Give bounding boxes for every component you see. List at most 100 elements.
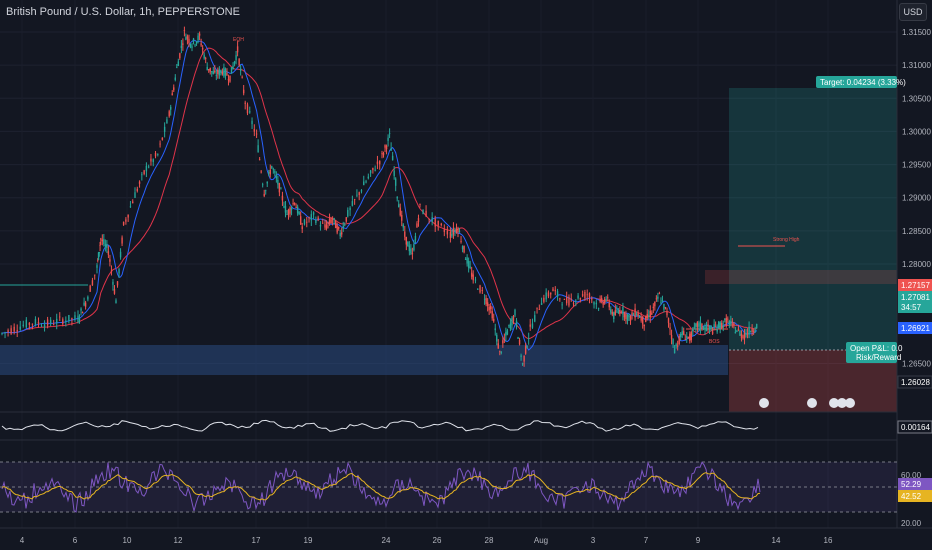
candle-body xyxy=(540,303,543,305)
candle-body xyxy=(497,343,499,349)
candle-body xyxy=(221,71,224,75)
candle-body xyxy=(83,302,85,306)
candle-body xyxy=(253,129,256,132)
candle-body xyxy=(382,153,385,156)
candle-body xyxy=(754,329,756,332)
candle-body xyxy=(454,229,456,232)
candle-body xyxy=(708,326,711,329)
candle-body xyxy=(737,328,740,330)
candle-body xyxy=(134,192,136,198)
candle-body xyxy=(195,41,198,44)
uk-flag-icon xyxy=(807,398,817,408)
candle-body xyxy=(278,183,281,193)
candle-body xyxy=(177,61,180,67)
candle-body xyxy=(730,320,732,325)
candle-body xyxy=(611,312,613,315)
candle-body xyxy=(365,181,367,183)
candle-body xyxy=(232,65,234,69)
candle-body xyxy=(342,225,344,229)
candle-body xyxy=(283,206,285,208)
candle-body xyxy=(734,331,737,334)
candle-body xyxy=(499,350,501,352)
candle-body xyxy=(292,203,294,205)
currency-button[interactable]: USD xyxy=(899,3,927,21)
candle-body xyxy=(224,68,227,76)
candle-body xyxy=(118,269,120,274)
candle-body xyxy=(299,216,302,225)
price-axis[interactable]: 1.31500 1.31000 1.30500 1.30000 1.29500 1.290… xyxy=(902,28,931,369)
candle-body xyxy=(625,313,627,320)
candle-body xyxy=(274,171,276,173)
candle-body xyxy=(211,71,213,73)
candle-body xyxy=(65,320,67,323)
candle-body xyxy=(486,302,489,306)
candle-body xyxy=(194,44,196,46)
candle-body xyxy=(425,210,427,217)
candle-body xyxy=(597,308,600,310)
candle-body xyxy=(170,106,172,110)
chart-canvas[interactable]: EQH BOS Strong High 1.31500 1.31000 1.3050… xyxy=(0,0,932,550)
candle-body xyxy=(312,212,315,215)
candle-body xyxy=(745,333,747,336)
candle-body xyxy=(226,73,228,76)
candle-body xyxy=(529,324,531,327)
us-flag-icon xyxy=(759,398,769,408)
candle-body xyxy=(347,210,349,217)
candle-body xyxy=(449,232,452,238)
candle-body xyxy=(206,66,208,71)
candle-body xyxy=(419,203,421,205)
candle-body xyxy=(40,325,43,327)
candle-body xyxy=(372,167,374,171)
candle-body xyxy=(702,327,705,330)
candle-body xyxy=(704,325,706,330)
candle-body xyxy=(509,323,512,329)
candle-body xyxy=(119,251,122,258)
candle-body xyxy=(515,320,518,328)
candle-body xyxy=(681,331,683,336)
supply-zone xyxy=(705,270,897,284)
candle-body xyxy=(227,79,230,81)
candle-body xyxy=(358,192,360,195)
candle-body xyxy=(203,54,205,59)
candle-body xyxy=(503,339,506,340)
time-axis[interactable]: 4 6 10 12 17 19 24 26 28 Aug 3 7 9 14 16 xyxy=(20,536,833,545)
candle-body xyxy=(673,348,676,354)
candle-body xyxy=(241,76,243,78)
candle-body xyxy=(296,206,299,214)
date-tick-label: 19 xyxy=(304,536,313,545)
candle-body xyxy=(538,309,541,310)
candle-body xyxy=(68,314,70,322)
candle-body xyxy=(591,298,593,300)
candle-body xyxy=(603,299,606,304)
symbol-title[interactable]: British Pound / U.S. Dollar, 1h, PEPPERS… xyxy=(6,6,240,18)
candle-body xyxy=(303,219,306,225)
candle-body xyxy=(479,285,481,293)
candle-body xyxy=(261,184,264,186)
candle-body xyxy=(328,218,331,224)
candle-body xyxy=(387,137,389,141)
candle-body xyxy=(174,77,176,81)
candle-body xyxy=(113,289,116,294)
candle-body xyxy=(502,340,504,344)
candle-body xyxy=(388,133,391,134)
candle-body xyxy=(608,302,610,308)
candle-body xyxy=(731,321,734,323)
candle-body xyxy=(324,224,326,228)
candle-body xyxy=(390,148,392,151)
candle-body xyxy=(739,331,741,336)
candle-body xyxy=(25,319,28,328)
candle-body xyxy=(531,323,534,328)
candle-body xyxy=(431,217,433,222)
candle-body xyxy=(404,231,406,237)
candle-body xyxy=(508,325,510,327)
candle-body xyxy=(104,244,107,247)
candle-body xyxy=(705,327,708,332)
candle-body xyxy=(405,236,408,245)
candle-body xyxy=(106,243,108,248)
candle-body xyxy=(356,194,358,196)
candle-body xyxy=(200,43,202,46)
candle-body xyxy=(520,355,522,357)
candle-body xyxy=(640,316,642,321)
candle-body xyxy=(464,258,467,260)
rsi-tick-20: 20.00 xyxy=(901,519,922,528)
